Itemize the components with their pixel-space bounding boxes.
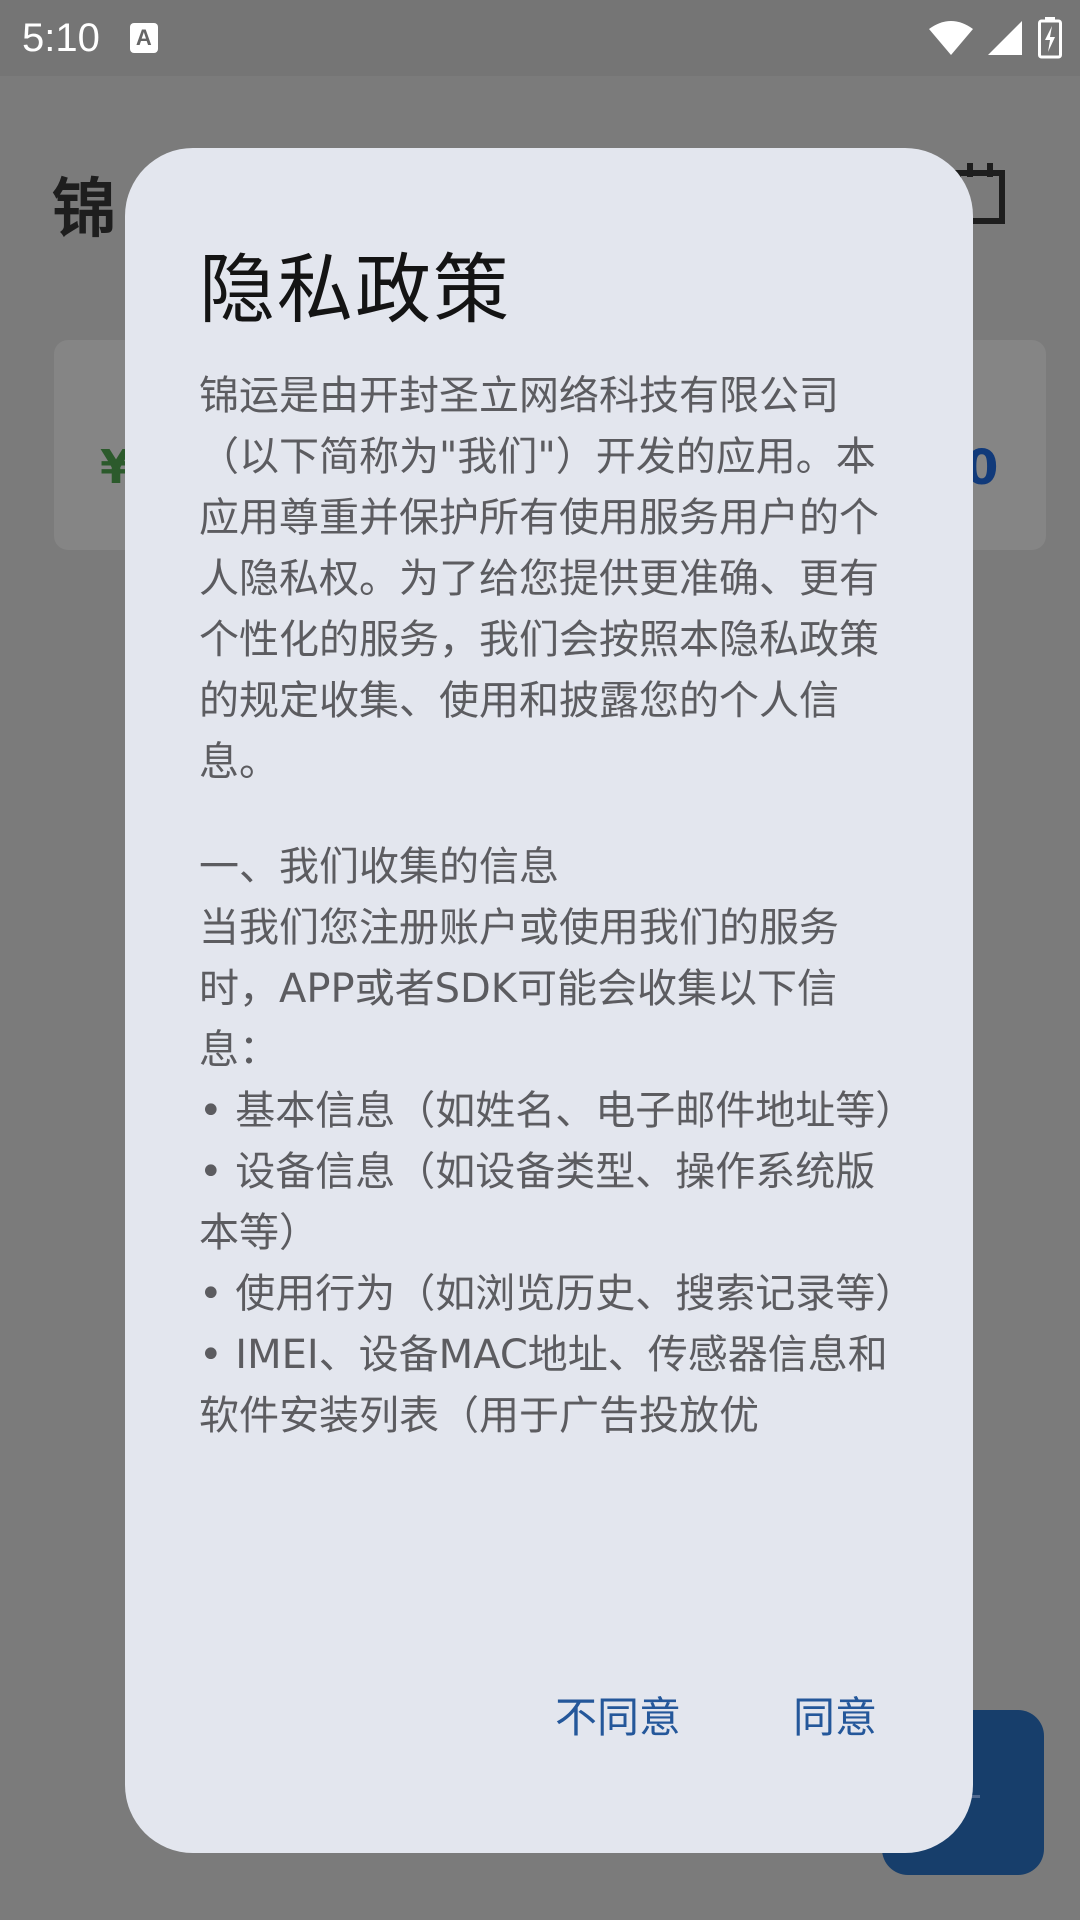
wifi-icon xyxy=(929,21,973,55)
dialog-title: 隐私政策 xyxy=(199,245,511,334)
background-page-title: 锦 xyxy=(52,173,116,247)
agree-button[interactable]: 同意 xyxy=(793,1684,877,1745)
policy-list-item: • 使用行为（如浏览历史、搜索记录等） xyxy=(199,1271,899,1317)
status-bar: 5:10 A xyxy=(0,0,1080,76)
notification-icon: A xyxy=(129,23,158,53)
battery-charging-icon xyxy=(1038,17,1062,59)
policy-list-item: • 设备信息（如设备类型、操作系统版本等） xyxy=(199,1149,876,1256)
privacy-policy-dialog: 隐私政策 锦运是由开封圣立网络科技有限公司（以下简称为"我们"）开发的应用。本应… xyxy=(125,148,973,1853)
disagree-button[interactable]: 不同意 xyxy=(555,1684,681,1745)
policy-section-heading: 一、我们收集的信息 xyxy=(199,844,559,890)
dialog-actions: 不同意 同意 xyxy=(555,1684,877,1745)
policy-list-item: • 基本信息（如姓名、电子邮件地址等） xyxy=(199,1088,899,1134)
signal-icon xyxy=(988,21,1022,55)
policy-list-item: • IMEI、设备MAC地址、传感器信息和软件安装列表（用于广告投放优 xyxy=(199,1332,888,1439)
status-time: 5:10 xyxy=(22,15,100,60)
policy-intro-paragraph: 锦运是由开封圣立网络科技有限公司（以下简称为"我们"）开发的应用。本应用尊重并保… xyxy=(199,373,879,785)
dialog-body-scroll[interactable]: 锦运是由开封圣立网络科技有限公司（以下简称为"我们"）开发的应用。本应用尊重并保… xyxy=(199,366,899,1736)
policy-section-intro: 当我们您注册账户或使用我们的服务时，APP或者SDK可能会收集以下信息： xyxy=(199,905,839,1073)
